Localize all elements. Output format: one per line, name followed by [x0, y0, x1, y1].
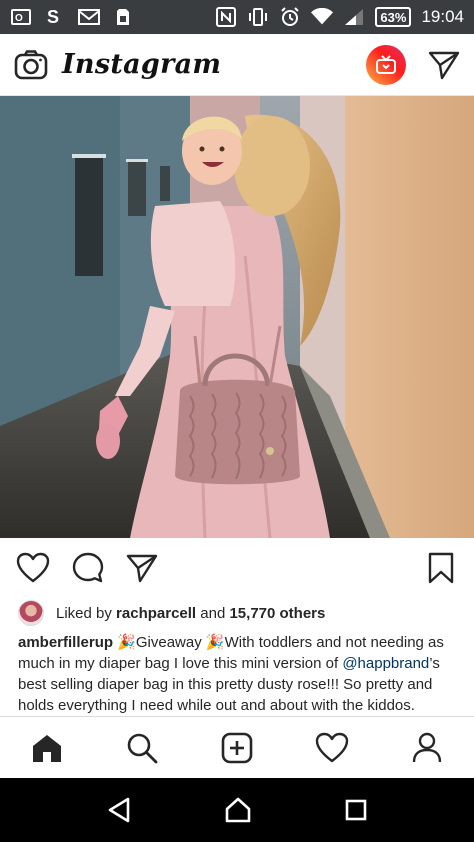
app-header: Instagram: [0, 34, 474, 96]
android-nav-bar: [0, 778, 474, 842]
home-button-icon[interactable]: [224, 796, 252, 824]
home-icon[interactable]: [23, 724, 71, 772]
svg-text:O: O: [15, 13, 23, 24]
signal-icon: [343, 7, 365, 27]
battery-icon: 63%: [375, 7, 412, 27]
activity-heart-icon[interactable]: [308, 724, 356, 772]
alarm-icon: [279, 7, 301, 27]
bookmark-icon[interactable]: [428, 552, 454, 584]
likes-line[interactable]: Liked by rachparcell and 15,770 others: [18, 598, 325, 628]
likes-count[interactable]: 15,770 others: [229, 605, 325, 622]
wifi-icon: [311, 7, 334, 27]
recents-icon[interactable]: [344, 798, 368, 822]
caption-mention[interactable]: @happbrand: [342, 655, 429, 672]
search-icon[interactable]: [118, 724, 166, 772]
battery-level: 63%: [380, 9, 407, 25]
bottom-nav: [0, 716, 474, 778]
instagram-logo: Instagram: [62, 49, 222, 80]
liker-username[interactable]: rachparcell: [116, 605, 196, 622]
share-icon[interactable]: [126, 553, 158, 583]
post-photo[interactable]: [0, 96, 474, 538]
igtv-icon[interactable]: [366, 44, 406, 85]
post-actions: [0, 540, 474, 596]
nfc-icon: [215, 7, 237, 27]
like-heart-icon[interactable]: [16, 552, 50, 584]
camera-icon[interactable]: [14, 49, 48, 80]
clock: 19:04: [421, 7, 464, 26]
vibrate-icon: [247, 7, 269, 27]
liker-avatar[interactable]: [18, 600, 44, 626]
svg-text:S: S: [47, 7, 59, 27]
new-post-icon[interactable]: [213, 724, 261, 772]
back-icon[interactable]: [106, 797, 132, 823]
status-bar: O S 63% 19:04: [0, 0, 474, 34]
caption-username[interactable]: amberfillerup: [18, 634, 113, 651]
comment-icon[interactable]: [72, 552, 104, 584]
post-caption: amberfillerup 🎉Giveaway 🎉With toddlers a…: [18, 632, 458, 716]
sim-icon: [112, 7, 134, 27]
sway-icon: S: [44, 7, 66, 27]
gmail-icon: [78, 7, 100, 27]
outlook-icon: O: [10, 7, 32, 27]
profile-icon[interactable]: [403, 724, 451, 772]
likes-middle: and: [196, 604, 230, 622]
direct-message-icon[interactable]: [428, 50, 460, 80]
likes-prefix: Liked by: [56, 604, 117, 622]
mother-and-daughter-photo: [0, 96, 474, 538]
